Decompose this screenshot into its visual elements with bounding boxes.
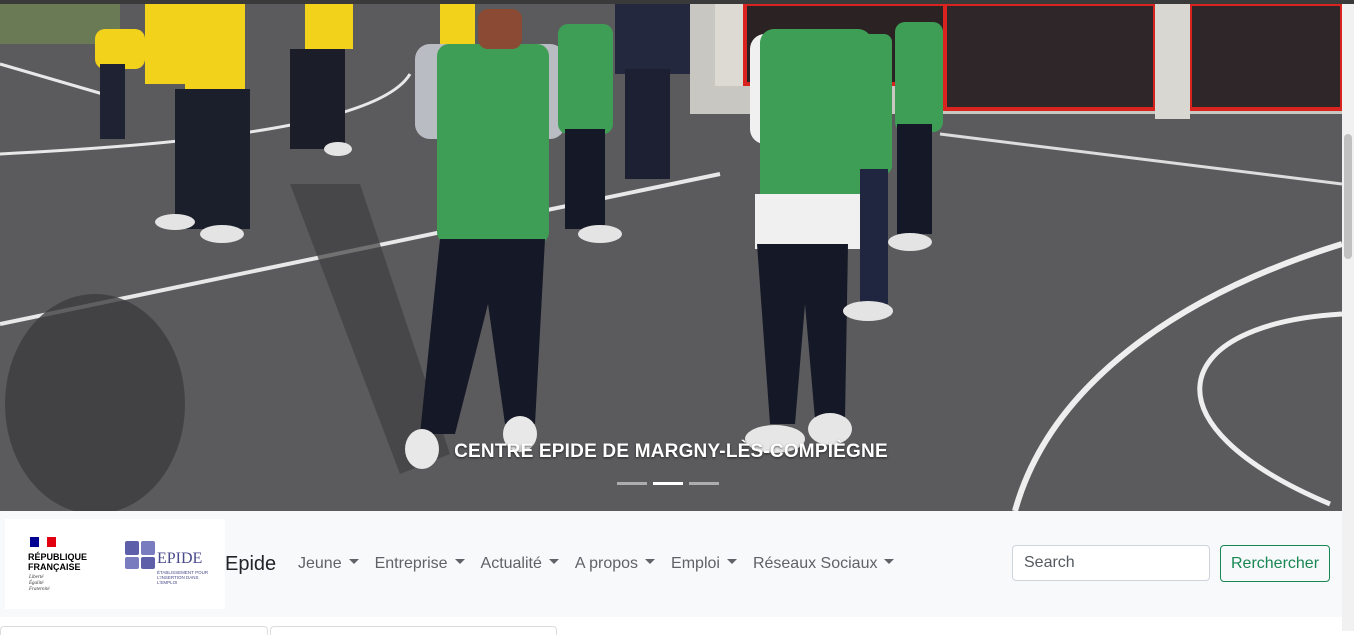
nav-item-label: Actualité	[480, 555, 542, 572]
carousel-indicator-2[interactable]	[653, 482, 683, 485]
nav-menu: Jeune Entreprise Actualité A propos Empl…	[290, 555, 902, 573]
nav-item-label: Réseaux Sociaux	[752, 555, 878, 572]
nav-item-label: Jeune	[298, 555, 342, 572]
nav-item-a-propos[interactable]: A propos	[567, 555, 663, 573]
republique-motto: Liberté Égalité Fraternité	[29, 575, 50, 593]
caret-down-icon	[645, 559, 656, 565]
nav-item-entreprise[interactable]: Entreprise	[367, 555, 473, 573]
scrollbar-thumb[interactable]	[1344, 134, 1352, 259]
epide-logo-text: EPIDE	[157, 550, 203, 567]
nav-item-actualite[interactable]: Actualité	[473, 555, 567, 573]
caret-down-icon	[548, 559, 559, 565]
nav-item-label: Entreprise	[374, 555, 448, 572]
republique-text: RÉPUBLIQUE FRANÇAISE	[28, 552, 87, 572]
page-scrollbar[interactable]	[1342, 4, 1354, 631]
caret-down-icon	[348, 559, 359, 565]
carousel-indicator-1[interactable]	[617, 482, 647, 485]
motto-line3: Fraternité	[29, 587, 50, 592]
epide-logo-subtitle: ÉTABLISSEMENT POUR L'INSERTION DANS L'EM…	[157, 570, 209, 585]
republique-line2: FRANÇAISE	[28, 562, 81, 572]
hero-photo	[0, 4, 1342, 511]
carousel-indicator-3[interactable]	[689, 482, 719, 485]
carousel-caption: CENTRE EPIDE DE MARGNY-LÈS-COMPIÈGNE	[454, 441, 888, 462]
navbar-brand[interactable]: Epide	[225, 553, 276, 576]
caret-down-icon	[726, 559, 737, 565]
nav-item-label: Emploi	[671, 555, 720, 572]
epide-logo-icon	[125, 541, 155, 569]
nav-item-reseaux-sociaux[interactable]: Réseaux Sociaux	[745, 555, 903, 573]
republique-line1: RÉPUBLIQUE	[28, 552, 88, 562]
main-navbar: RÉPUBLIQUE FRANÇAISE Liberté Égalité Fra…	[0, 511, 1342, 617]
nav-item-jeune[interactable]: Jeune	[290, 555, 367, 573]
nav-item-label: A propos	[574, 555, 639, 572]
caret-down-icon	[454, 559, 465, 565]
nav-item-emploi[interactable]: Emploi	[663, 555, 745, 573]
hero-carousel[interactable]: CENTRE EPIDE DE MARGNY-LÈS-COMPIÈGNE	[0, 4, 1342, 511]
search-button[interactable]: Rerchercher	[1220, 545, 1330, 582]
carousel-indicators	[617, 482, 719, 485]
logos-block[interactable]: RÉPUBLIQUE FRANÇAISE Liberté Égalité Fra…	[5, 519, 225, 609]
caret-down-icon	[884, 559, 895, 565]
content-area	[0, 617, 1342, 635]
republique-francaise-logo	[30, 537, 57, 547]
search-input[interactable]	[1012, 545, 1210, 581]
